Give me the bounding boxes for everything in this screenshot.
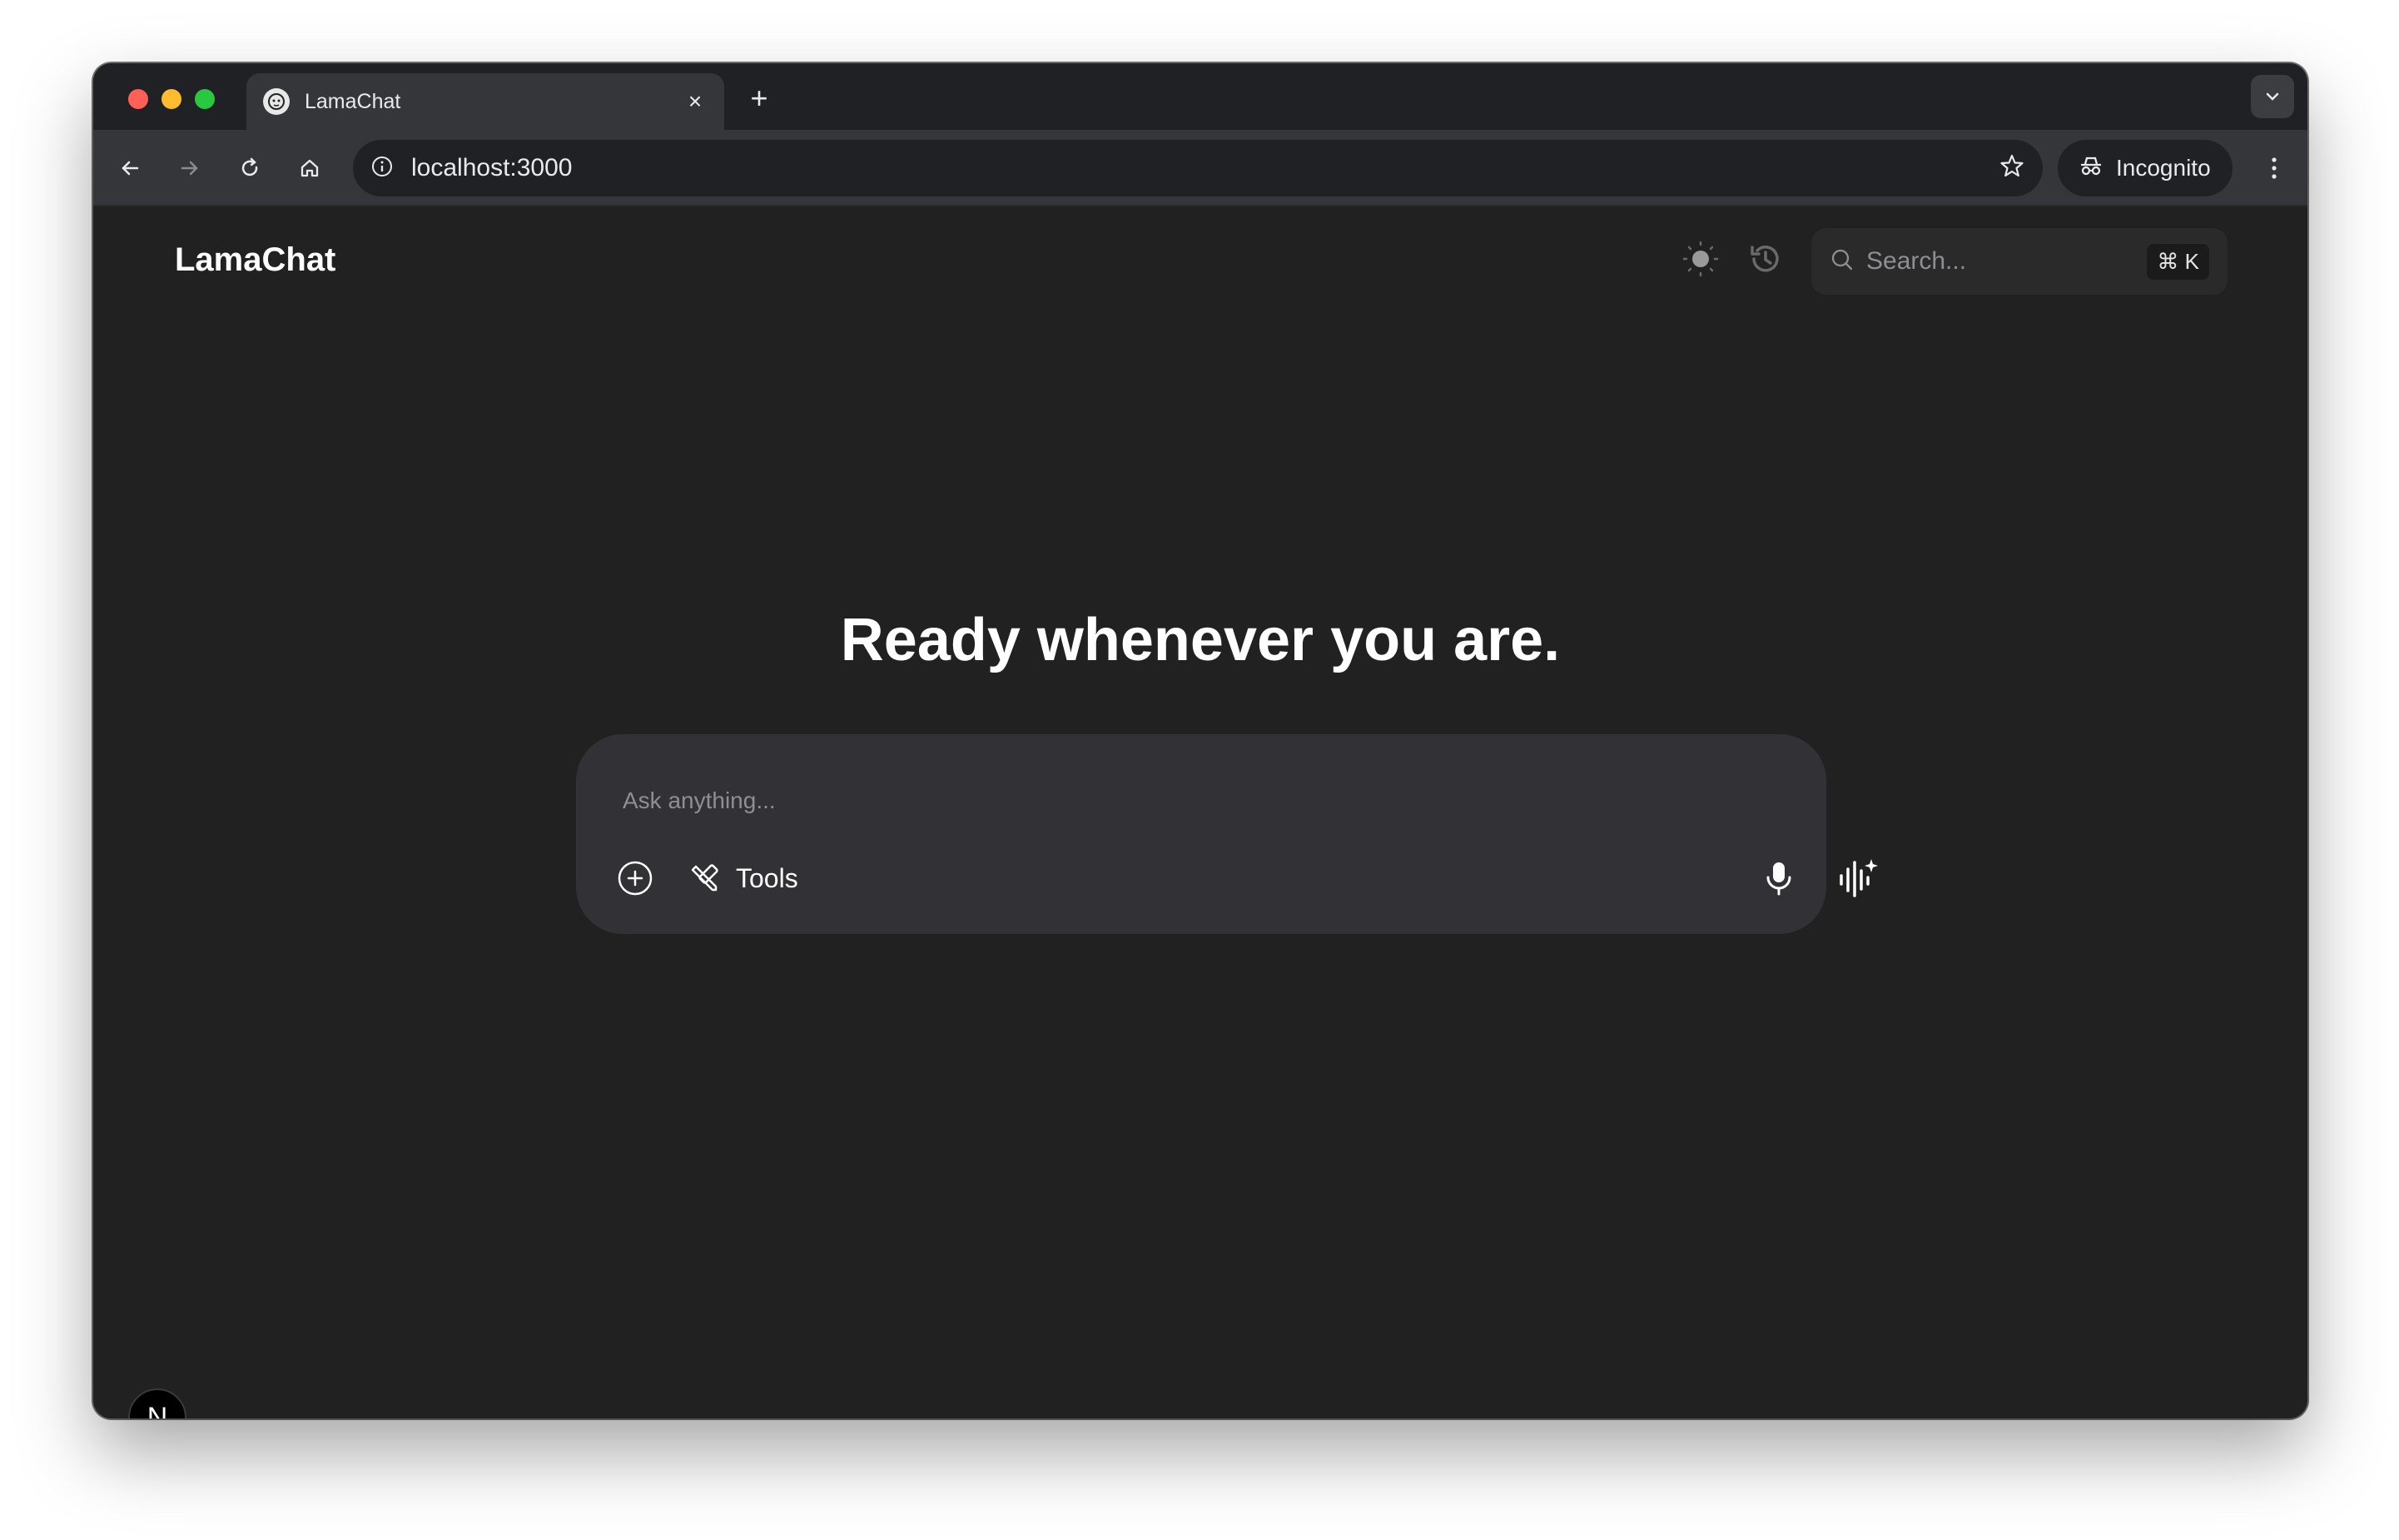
incognito-label: Incognito: [2116, 155, 2211, 181]
page-title: Ready whenever you are.: [840, 607, 1561, 673]
maximize-window-button[interactable]: [195, 89, 215, 109]
browser-window: LamaChat × + localhost:3000 Incognito La…: [93, 63, 2307, 1418]
url-text: localhost:3000: [411, 154, 573, 181]
search-placeholder: Search...: [1866, 247, 1967, 275]
search-box[interactable]: Search... ⌘ K: [1811, 228, 2228, 295]
tab-strip: LamaChat × +: [93, 63, 2307, 130]
llama-favicon-icon: [263, 88, 290, 115]
microphone-button[interactable]: [1760, 859, 1798, 897]
search-shortcut-badge: ⌘ K: [2147, 243, 2209, 280]
tools-label: Tools: [736, 862, 798, 893]
app-logo[interactable]: LamaChat: [175, 241, 335, 279]
search-icon: [1830, 247, 1855, 276]
history-icon[interactable]: [1745, 238, 1786, 280]
sparkle-waveform-icon: [1840, 859, 1878, 897]
close-icon[interactable]: ×: [683, 88, 708, 115]
incognito-indicator[interactable]: Incognito: [2058, 140, 2233, 196]
bookmark-star-icon[interactable]: [1998, 152, 2026, 185]
microphone-icon: [1766, 862, 1791, 896]
back-arrow-icon[interactable]: [110, 148, 150, 188]
plus-circle-icon: [618, 861, 653, 896]
nextjs-dev-badge[interactable]: N: [128, 1388, 186, 1418]
minimize-window-button[interactable]: [161, 89, 181, 109]
close-window-button[interactable]: [128, 89, 148, 109]
theme-toggle-sun-icon[interactable]: [1680, 238, 1721, 280]
incognito-icon: [2078, 152, 2104, 185]
tools-button[interactable]: Tools: [688, 859, 798, 897]
new-tab-plus-icon[interactable]: +: [743, 82, 776, 115]
voice-mode-button[interactable]: [1835, 856, 1881, 902]
browser-toolbar: localhost:3000 Incognito: [93, 130, 2307, 206]
add-attachment-button[interactable]: [616, 859, 654, 897]
tools-icon: [691, 864, 718, 892]
chat-composer: Tools: [576, 734, 1878, 934]
chat-input[interactable]: [623, 787, 1705, 814]
tab-title: LamaChat: [305, 89, 401, 113]
more-menu-icon[interactable]: [2257, 148, 2291, 188]
forward-arrow-icon[interactable]: [170, 148, 210, 188]
tab-search-chevron-down-icon[interactable]: [2251, 75, 2294, 118]
browser-tab[interactable]: LamaChat ×: [246, 73, 724, 130]
site-info-icon[interactable]: [370, 154, 395, 183]
address-bar[interactable]: localhost:3000: [353, 140, 2043, 196]
home-icon[interactable]: [290, 148, 330, 188]
app-page: LamaChat Search... ⌘ K Ready whenever yo…: [93, 206, 2307, 1418]
reload-icon[interactable]: [230, 148, 270, 188]
